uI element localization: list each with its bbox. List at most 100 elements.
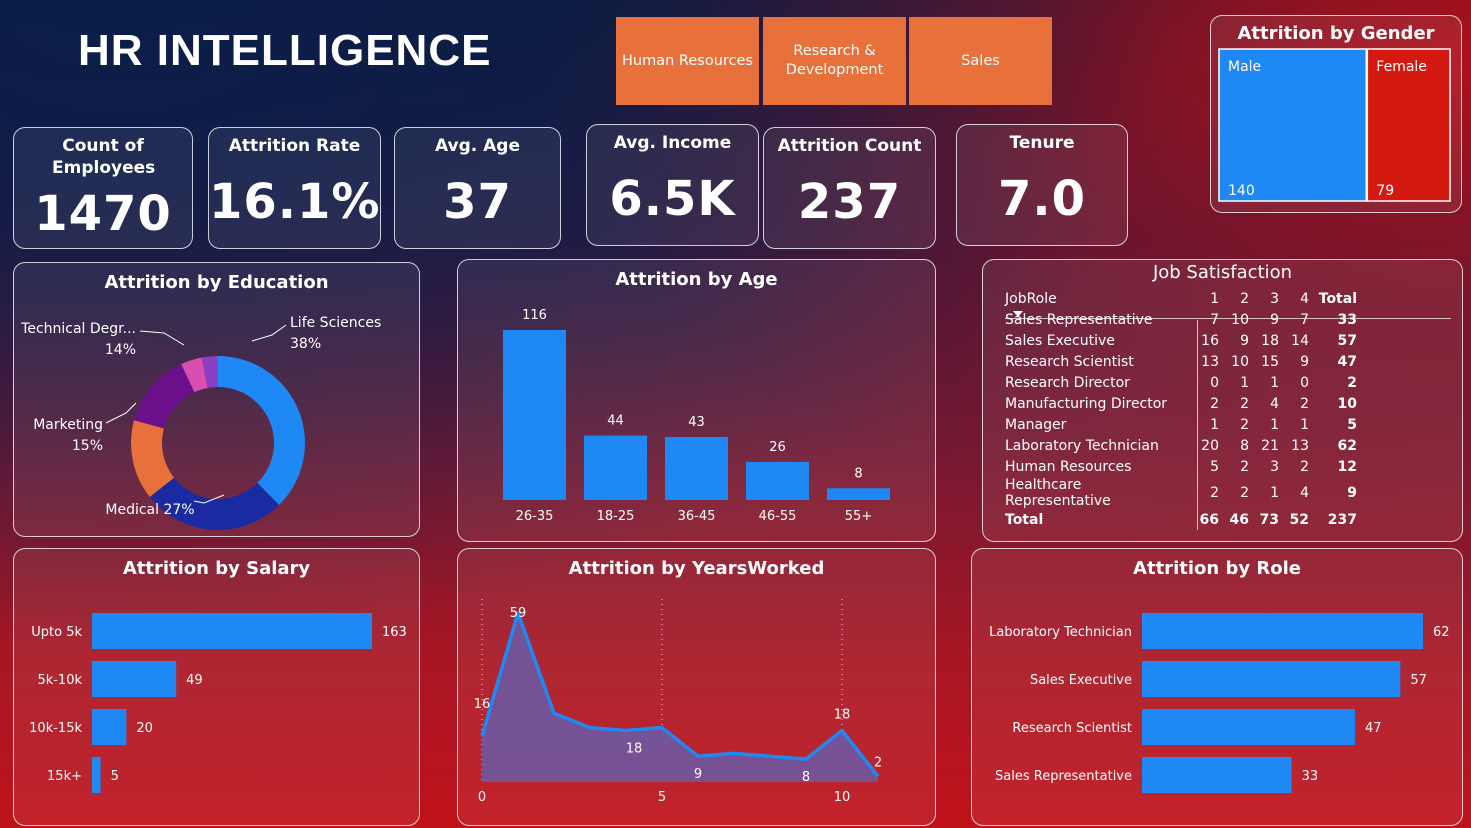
- table-cell-value: 1: [1270, 374, 1279, 391]
- page-title: HR INTELLIGENCE: [78, 26, 492, 75]
- table-cell-role[interactable]: Research Scientist: [1005, 351, 1191, 372]
- column-header-1[interactable]: 1: [1191, 288, 1219, 309]
- table-cell-value: 8: [1240, 437, 1249, 454]
- table-header-divider: [1005, 318, 1451, 319]
- table-cell-role[interactable]: Sales Executive: [1005, 330, 1191, 351]
- data-label: 57: [1410, 673, 1427, 688]
- data-label: 5: [111, 769, 119, 784]
- job-satisfaction-panel: Job Satisfaction JobRole 1 2 3 4 Total S…: [982, 259, 1463, 542]
- table-cell-value: 2: [1210, 395, 1219, 412]
- data-label: 47: [1365, 721, 1382, 736]
- tick-label: 15k+: [47, 769, 82, 784]
- dept-filter-research-development[interactable]: Research & Development: [763, 17, 906, 105]
- data-label: 18: [834, 707, 851, 722]
- bar: [92, 661, 177, 697]
- table-cell-role[interactable]: Sales Representative: [1005, 309, 1191, 330]
- table-column-divider: [1197, 320, 1198, 530]
- tick-label: 36-45: [678, 509, 716, 524]
- tick-label: Laboratory Technician: [989, 625, 1132, 640]
- bar: [1142, 661, 1401, 697]
- data-label: 26: [769, 440, 786, 455]
- table-cell-value: 66: [1199, 511, 1219, 528]
- donut-slice: [134, 364, 195, 429]
- table-cell-value: 10: [1231, 353, 1249, 370]
- table-cell-value: 2: [1300, 395, 1309, 412]
- table-row: Research Director 0 1 1 0 2: [1005, 372, 1357, 393]
- column-header-total[interactable]: Total: [1309, 288, 1357, 309]
- bar: [665, 436, 728, 500]
- table-cell-value: 0: [1210, 374, 1219, 391]
- tick-label: 5k-10k: [37, 673, 82, 688]
- tick-label: 10k-15k: [29, 721, 82, 736]
- column-header-4[interactable]: 4: [1279, 288, 1309, 309]
- data-label: 33: [1302, 769, 1319, 784]
- dept-filter-sales[interactable]: Sales: [909, 17, 1052, 105]
- treemap-value: 79: [1376, 183, 1394, 199]
- tick-label: Sales Executive: [1030, 673, 1132, 688]
- table-cell-role[interactable]: Manager: [1005, 414, 1191, 435]
- table-row: Human Resources 5 2 3 2 12: [1005, 456, 1357, 477]
- kpi-value: 1470: [34, 186, 172, 242]
- data-label: 9: [694, 767, 702, 782]
- donut-percent-label: 15%: [72, 438, 103, 454]
- years-panel: Attrition by YearsWorked 0 5 10 16 59 18 9 8 18 2: [457, 548, 936, 826]
- gender-panel: Attrition by Gender Male 140 Female 79: [1210, 15, 1462, 213]
- table-cell-total: 47: [1337, 353, 1357, 370]
- table-row: Manager 1 2 1 1 5: [1005, 414, 1357, 435]
- table-cell-value: 4: [1300, 485, 1309, 501]
- kpi-label: Attrition Count: [777, 136, 922, 156]
- salary-bar-chart: Upto 5k 163 5k-10k 49 10k-15k 20 15k+ 5: [29, 613, 407, 793]
- column-header-2[interactable]: 2: [1219, 288, 1249, 309]
- column-header-jobrole[interactable]: JobRole: [1005, 288, 1191, 309]
- data-label: 116: [522, 308, 547, 323]
- table-cell-total: 62: [1337, 437, 1357, 454]
- data-label: 59: [510, 606, 527, 621]
- table-cell-value: 13: [1291, 437, 1309, 454]
- table-total-row: Total 66 46 73 52 237: [1005, 509, 1357, 530]
- table-cell-role[interactable]: Research Director: [1005, 372, 1191, 393]
- table-cell-role[interactable]: Manufacturing Director: [1005, 393, 1191, 414]
- table-cell-value: 14: [1291, 332, 1309, 349]
- table-cell-value: 9: [1300, 353, 1309, 370]
- donut-category-label: Marketing: [33, 417, 103, 433]
- data-label: 44: [607, 414, 624, 429]
- gender-treemap: Male 140 Female 79: [1218, 48, 1451, 202]
- column-header-3[interactable]: 3: [1249, 288, 1279, 309]
- table-cell-total: 33: [1337, 311, 1357, 328]
- kpi-value: 37: [443, 174, 512, 230]
- table-cell-value: 3: [1270, 458, 1279, 475]
- table-cell-total: 2: [1347, 374, 1357, 391]
- bar: [503, 330, 566, 500]
- kpi-value: 6.5K: [609, 171, 736, 227]
- donut-leader-line: [105, 402, 137, 424]
- donut-category-label: Life Sciences: [290, 315, 381, 331]
- table-cell-value: 1: [1270, 416, 1279, 433]
- panel-title: Job Satisfaction: [1152, 262, 1293, 283]
- kpi-label: Avg. Income: [613, 133, 732, 153]
- dept-filter-human-resources[interactable]: Human Resources: [616, 17, 759, 105]
- table-cell-value: 5: [1210, 458, 1219, 475]
- table-row: Laboratory Technician 20 8 21 13 62: [1005, 435, 1357, 456]
- data-label: 43: [688, 415, 705, 430]
- kpi-label: Attrition Rate: [228, 136, 361, 156]
- donut-leader-line: [139, 330, 185, 346]
- bar: [1142, 709, 1356, 745]
- table-row: Sales Executive 16 9 18 14 57: [1005, 330, 1357, 351]
- table-cell-value: 18: [1261, 332, 1279, 349]
- kpi-value: 237: [797, 174, 902, 230]
- table-cell-role[interactable]: Human Resources: [1005, 456, 1191, 477]
- bar: [92, 709, 127, 745]
- role-panel: Attrition by Role Laboratory Technician 6…: [971, 548, 1463, 826]
- table-cell-role[interactable]: Laboratory Technician: [1005, 435, 1191, 456]
- donut-category-label: Medical 27%: [105, 502, 194, 518]
- data-label: 163: [382, 625, 407, 640]
- kpi-avg-income: Avg. Income 6.5K: [586, 124, 759, 246]
- kpi-label: Tenure: [1009, 133, 1075, 153]
- tick-label: 26-35: [516, 509, 554, 524]
- table-row: Manufacturing Director 2 2 4 2 10: [1005, 393, 1357, 414]
- education-donut: Life Sciences 38% Medical 27% Marketing 15% T…: [20, 315, 381, 530]
- donut-category-label: Technical Degr...: [20, 321, 136, 337]
- table-cell-value: 2: [1240, 458, 1249, 475]
- table-cell-role[interactable]: Healthcare Representative: [1005, 477, 1191, 509]
- table-cell-role[interactable]: Total: [1005, 509, 1191, 530]
